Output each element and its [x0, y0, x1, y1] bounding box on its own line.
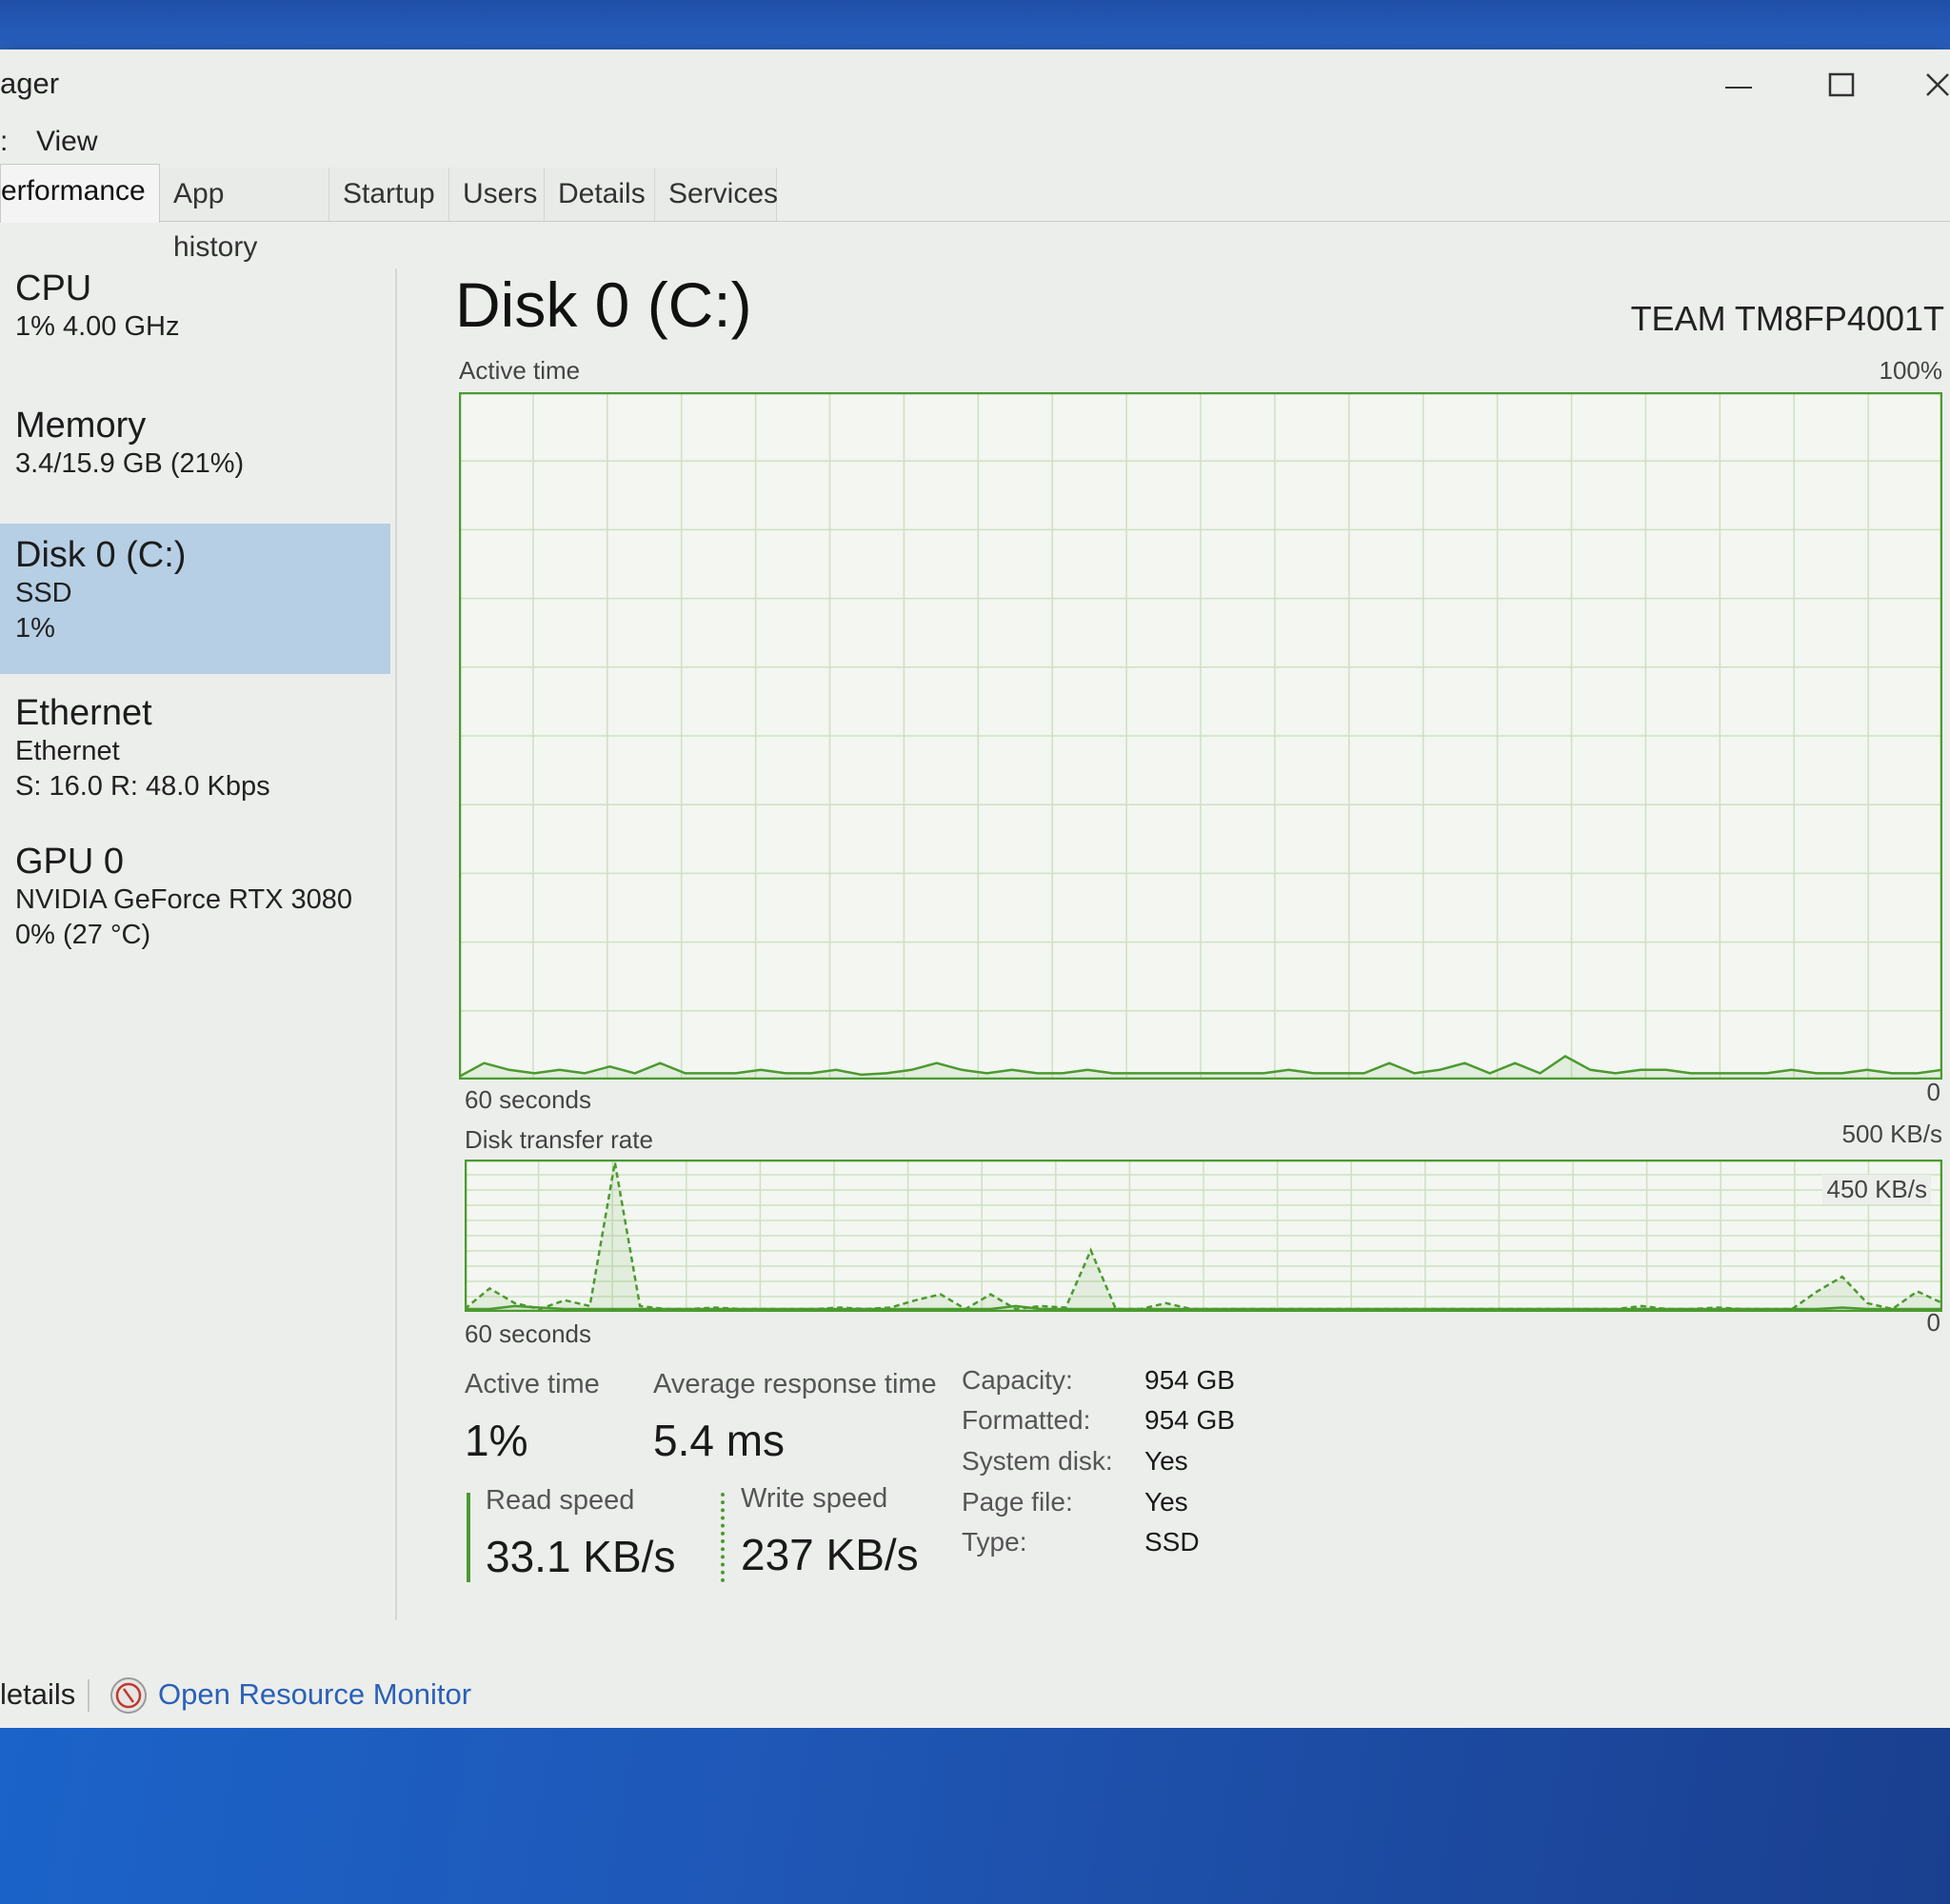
active-time-label: Active time [465, 1369, 600, 1399]
footer-divider [88, 1679, 90, 1712]
sidebar-item-title: Disk 0 (C:) [15, 535, 187, 575]
sidebar-item-gpu-0[interactable]: GPU 0 NVIDIA GeForce RTX 3080 0% (27 °C) [0, 842, 390, 975]
menu-item-options[interactable]: : [0, 126, 8, 158]
type-label: Type: [962, 1527, 1027, 1557]
sidebar-item-cpu[interactable]: CPU 1% 4.00 GHz [0, 268, 390, 392]
active-time-graph-min-label: 0 [1926, 1078, 1940, 1106]
page-file-label: Page file: [962, 1487, 1073, 1517]
type-value: SSD [1144, 1527, 1200, 1557]
sidebar-item-memory[interactable]: Memory 3.4/15.9 GB (21%) [0, 406, 390, 529]
open-resource-monitor-link[interactable]: Open Resource Monitor [158, 1677, 471, 1712]
active-time-value: 1% [465, 1416, 528, 1465]
active-time-graph-label: Active time [459, 356, 581, 385]
avg-response-value: 5.4 ms [653, 1416, 786, 1465]
sidebar-item-title: GPU 0 [15, 842, 125, 882]
title-bar: ager [0, 50, 1950, 126]
write-speed-indicator [721, 1493, 725, 1582]
sidebar-item-title: CPU [15, 268, 92, 308]
sidebar-item-detail: 3.4/15.9 GB (21%) [15, 448, 245, 479]
sidebar-item-detail: S: 16.0 R: 48.0 Kbps [15, 771, 270, 802]
transfer-rate-inner-label: 450 KB/s [1822, 1175, 1931, 1204]
sidebar-item-detail: SSD [15, 578, 72, 608]
maximize-icon[interactable] [1821, 65, 1862, 107]
capacity-value: 954 GB [1144, 1365, 1235, 1395]
sidebar-item-detail: 0% (27 °C) [15, 920, 151, 950]
system-disk-value: Yes [1144, 1446, 1188, 1476]
active-time-graph-time-label: 60 seconds [465, 1085, 591, 1114]
disk-model: TEAM TM8FP4001T [1630, 299, 1944, 338]
read-speed-value: 33.1 KB/s [486, 1532, 676, 1581]
tab-performance[interactable]: erformance [0, 164, 160, 223]
avg-response-label: Average response time [653, 1369, 937, 1399]
transfer-rate-graph-label: Disk transfer rate [465, 1125, 653, 1154]
sidebar-item-detail: Ethernet [15, 736, 120, 766]
tab-strip: erformance App history Startup Users Det… [0, 164, 1950, 263]
sidebar-divider[interactable] [395, 268, 397, 1620]
sidebar-item-title: Memory [15, 406, 147, 446]
formatted-value: 954 GB [1144, 1405, 1235, 1435]
sidebar-item-detail: NVIDIA GeForce RTX 3080 [15, 884, 353, 915]
window-title: ager [0, 67, 60, 100]
task-manager-window: ager : View erformance App history Start… [0, 50, 1950, 1735]
sidebar-item-detail: 1% 4.00 GHz [15, 311, 180, 342]
tab-app-history[interactable]: App history [160, 168, 329, 263]
read-speed-indicator [467, 1493, 470, 1582]
transfer-rate-graph-min-label: 0 [1926, 1308, 1940, 1337]
formatted-label: Formatted: [962, 1405, 1091, 1435]
sidebar-item-detail: 1% [15, 613, 55, 644]
fewer-details-link[interactable]: letails [0, 1677, 75, 1712]
transfer-rate-graph-time-label: 60 seconds [465, 1319, 591, 1348]
sidebar-item-disk-0[interactable]: Disk 0 (C:) SSD 1% [0, 524, 390, 674]
transfer-rate-graph [465, 1160, 1942, 1312]
active-time-graph [459, 392, 1942, 1080]
write-speed-value: 237 KB/s [741, 1530, 919, 1579]
tab-details[interactable]: Details [545, 168, 655, 221]
tab-users[interactable]: Users [449, 168, 545, 221]
write-speed-label: Write speed [741, 1483, 888, 1514]
page-file-value: Yes [1144, 1487, 1188, 1517]
read-speed-label: Read speed [486, 1485, 635, 1516]
menu-item-view[interactable]: View [36, 126, 97, 158]
minimize-icon[interactable] [1718, 65, 1760, 107]
tab-services[interactable]: Services [655, 168, 778, 221]
footer: letails Open Resource Monitor [0, 1658, 1950, 1735]
close-icon[interactable] [1920, 65, 1950, 107]
system-disk-label: System disk: [962, 1446, 1113, 1476]
resource-monitor-icon[interactable] [109, 1676, 149, 1716]
capacity-label: Capacity: [962, 1365, 1073, 1395]
desktop-background [0, 1728, 1950, 1904]
sidebar-item-title: Ethernet [15, 693, 152, 733]
tab-startup[interactable]: Startup [329, 168, 449, 221]
sidebar-item-ethernet[interactable]: Ethernet Ethernet S: 16.0 R: 48.0 Kbps [0, 693, 390, 817]
page-title: Disk 0 (C:) [455, 269, 752, 340]
transfer-rate-max-label: 500 KB/s [1841, 1120, 1942, 1148]
active-time-max-label: 100% [1879, 356, 1943, 385]
